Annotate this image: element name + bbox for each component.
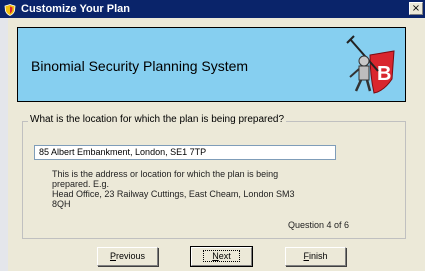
header-banner: Binomial Security Planning System B [17,27,406,102]
title-bar[interactable]: Customize Your Plan × [0,0,425,18]
question-legend: What is the location for which the plan … [28,114,287,125]
finish-label: inish [308,251,328,261]
customize-plan-dialog: Customize Your Plan × Binomial Security … [0,0,425,271]
close-button[interactable]: × [409,2,423,15]
location-input[interactable]: 85 Albert Embankment, London, SE1 7TP [34,145,336,160]
help-line: This is the address or location for whic… [52,169,279,179]
next-button[interactable]: Next [190,246,253,267]
previous-label: revious [116,251,146,261]
window-title: Customize Your Plan [21,3,131,15]
banner-title: Binomial Security Planning System [31,58,249,74]
next-focus: Next [203,250,240,262]
help-line: Head Office, 23 Railway Cuttings, East C… [52,189,295,199]
shield-icon [4,3,16,16]
knight-logo-icon: B [344,35,400,95]
help-text: This is the address or location for whic… [52,169,322,209]
left-border [0,18,8,271]
finish-button[interactable]: Finish [285,247,346,266]
logo-letter: B [377,63,391,85]
next-label: ext [218,251,231,261]
previous-button[interactable]: Previous [97,247,158,266]
help-line: prepared. E.g. [52,179,110,189]
question-progress: Question 4 of 6 [288,220,350,230]
help-line: 8QH [52,199,71,209]
close-icon: × [411,3,421,14]
